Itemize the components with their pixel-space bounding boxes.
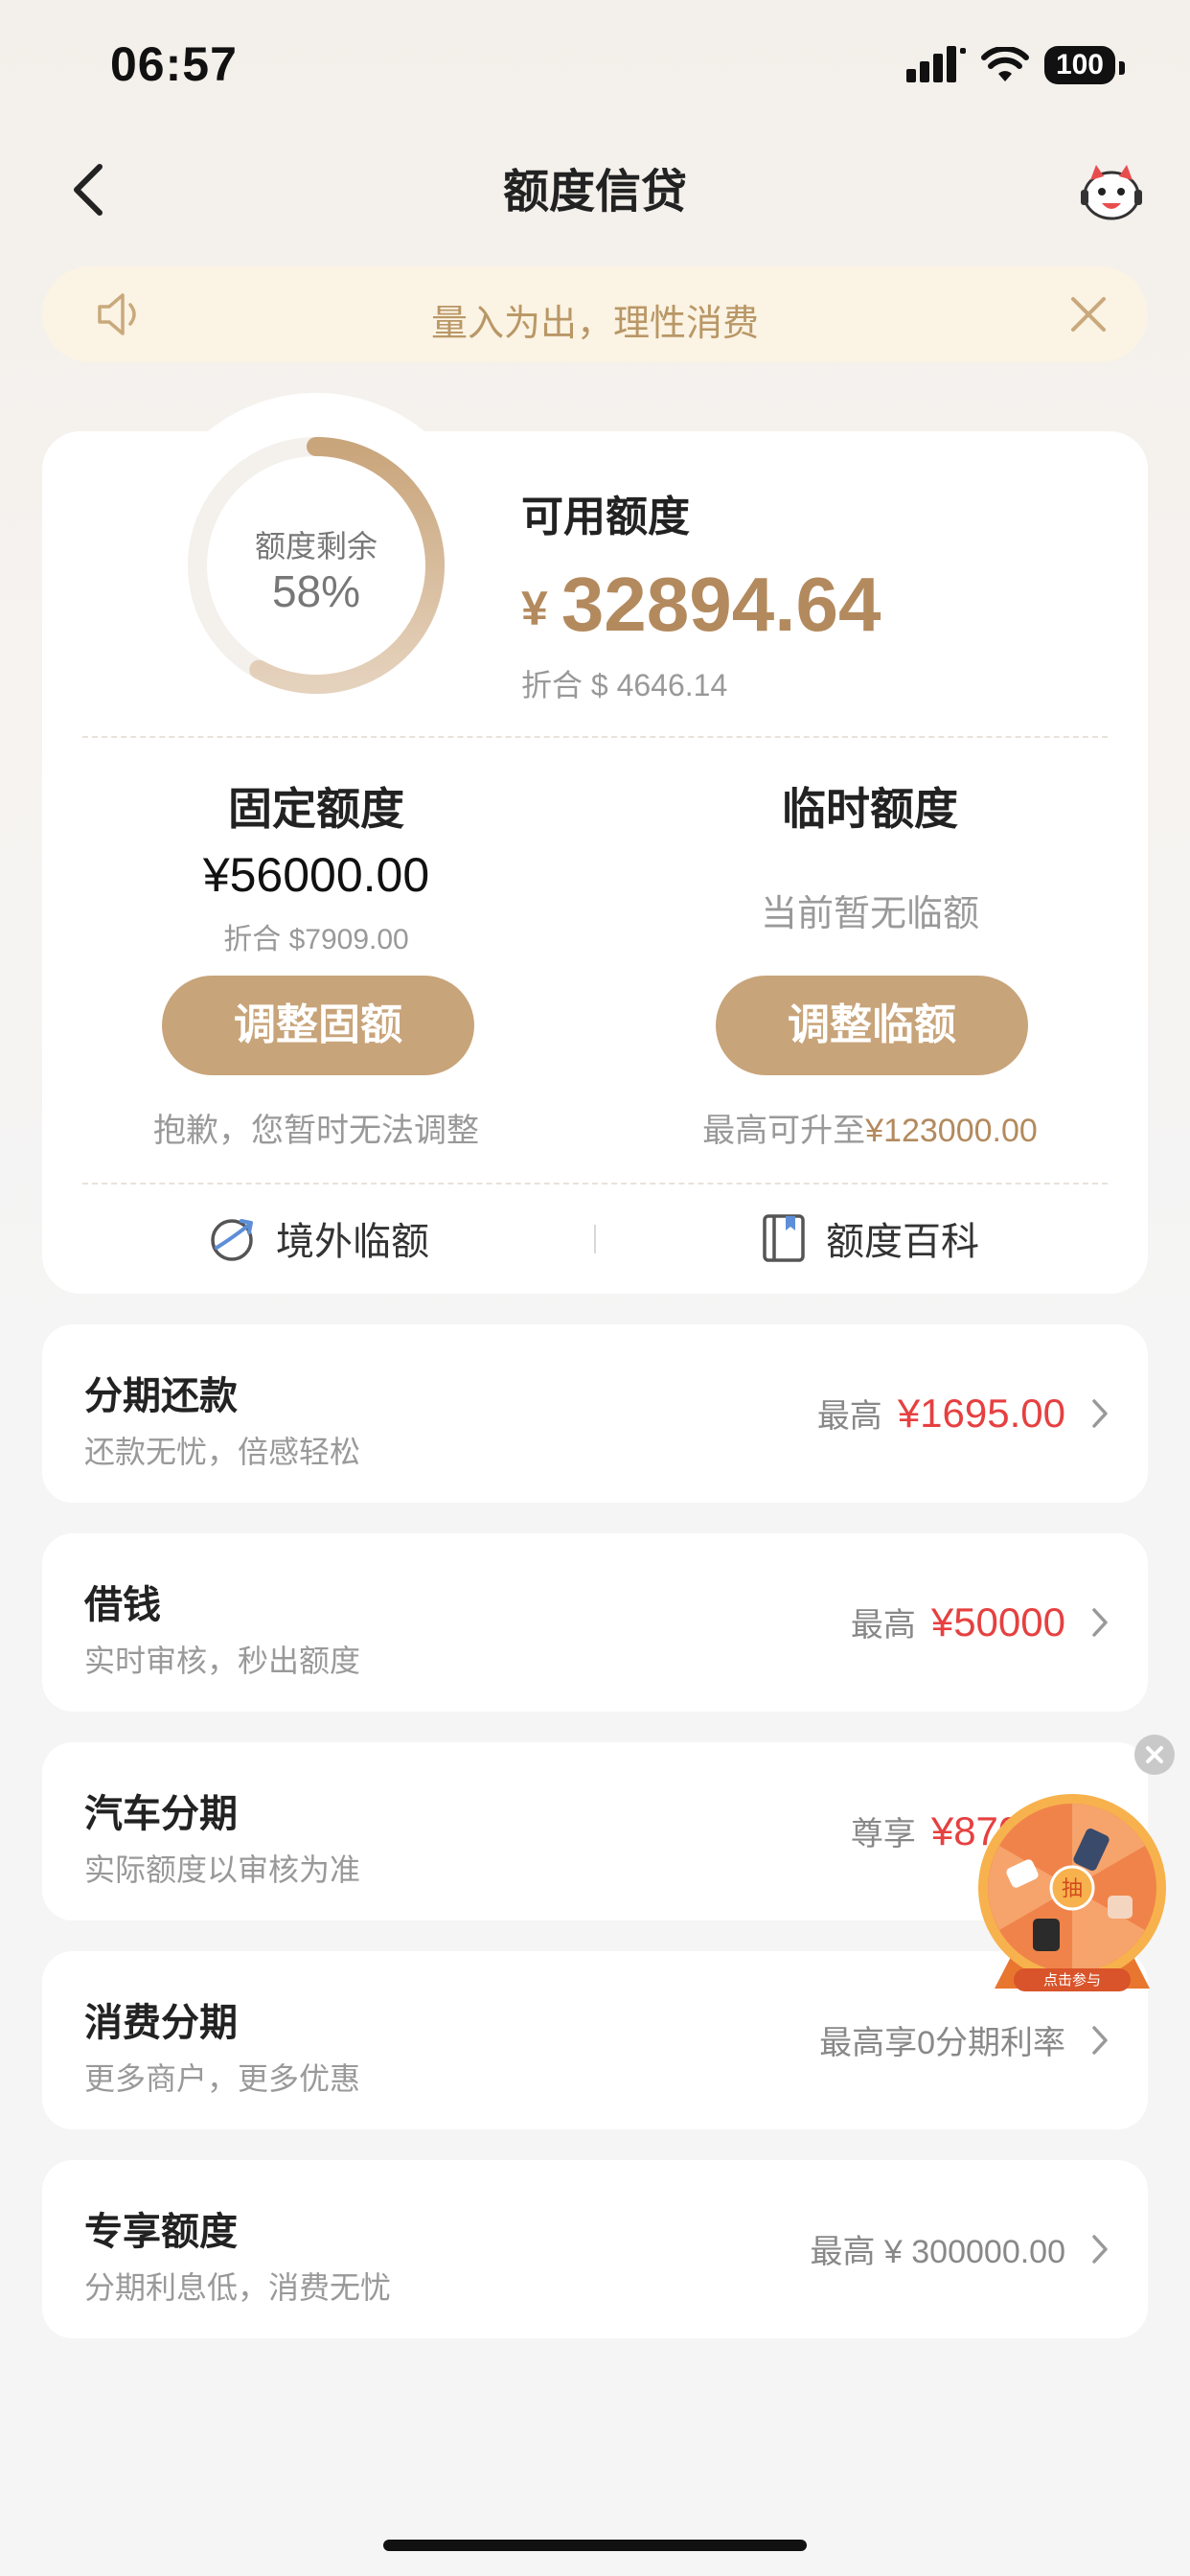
temp-note-prefix: 最高可升至 xyxy=(702,1113,866,1149)
battery-indicator: 100 xyxy=(1043,46,1126,84)
list-item-title: 汽车分期 xyxy=(84,1793,238,1835)
list-item-subtitle: 还款无忧，倍感轻松 xyxy=(84,1435,361,1469)
list-item-subtitle: 实际额度以审核为准 xyxy=(84,1852,361,1887)
chevron-right-icon xyxy=(1092,2025,1108,2055)
list-item-value: 最高 ¥1695.00 xyxy=(817,1390,1110,1437)
signal-icon xyxy=(905,46,966,82)
home-indicator[interactable] xyxy=(383,2540,807,2551)
list-item-prefix: 尊享 xyxy=(850,1816,916,1852)
list-item-exclusive-quota[interactable]: 专享额度 分期利息低，消费无忧 最高 ¥ 300000.00 xyxy=(42,2160,1148,2338)
ring-label: 额度剩余 xyxy=(254,529,378,564)
temp-note-amount: ¥123000.00 xyxy=(865,1113,1038,1149)
currency-symbol: ¥ xyxy=(521,582,548,635)
fixed-quota-converted: 折合 $7909.00 xyxy=(223,924,409,955)
floating-close-button[interactable] xyxy=(1134,1735,1175,1775)
wifi-icon xyxy=(980,47,1029,81)
wheel-center-text: 抽 xyxy=(1062,1877,1083,1901)
fixed-quota-amount: ¥56000.00 xyxy=(202,848,430,902)
list-item-subtitle: 分期利息低，消费无忧 xyxy=(84,2270,392,2305)
list-item-prefix: 最高 xyxy=(816,1398,882,1435)
close-icon[interactable] xyxy=(1067,293,1110,335)
links-separator xyxy=(594,1225,596,1254)
list-item-value: 最高 ¥50000 xyxy=(851,1598,1110,1645)
quota-wiki-label: 额度百科 xyxy=(826,1221,979,1263)
overseas-quota-link[interactable]: 境外临额 xyxy=(207,1209,429,1267)
list-item-value: 最高享0分期利率 xyxy=(819,2016,1110,2063)
temp-quota-title: 临时额度 xyxy=(782,784,958,834)
wheel-caption: 点击参与 xyxy=(1043,1971,1101,1989)
available-quota-title: 可用额度 xyxy=(521,494,690,540)
divider xyxy=(82,736,1108,738)
fixed-quota-title: 固定额度 xyxy=(228,784,404,834)
list-item-installment-repay[interactable]: 分期还款 还款无忧，倍感轻松 最高 ¥1695.00 xyxy=(42,1324,1148,1503)
notice-text: 量入为出，理性消费 xyxy=(430,304,759,344)
list-item-subtitle: 实时审核，秒出额度 xyxy=(84,1644,361,1678)
ring-percent: 58% xyxy=(271,566,361,616)
chevron-right-icon xyxy=(1092,1607,1108,1637)
list-item-title: 专享额度 xyxy=(84,2211,238,2253)
list-item-prefix: 最高享0分期利率 xyxy=(819,2025,1065,2061)
list-item-title: 借钱 xyxy=(84,1584,161,1626)
available-converted: 折合 $ 4646.14 xyxy=(521,668,728,702)
status-icons: 100 xyxy=(905,46,1126,84)
list-item-prefix: 最高 ¥ 300000.00 xyxy=(810,2234,1065,2270)
close-icon xyxy=(1146,1746,1163,1763)
adjust-fixed-button[interactable]: 调整固额 xyxy=(162,976,474,1075)
temp-quota-status: 当前暂无临额 xyxy=(760,894,979,934)
fixed-quota-note: 抱歉，您暂时无法调整 xyxy=(153,1113,479,1149)
list-item-prefix: 最高 xyxy=(850,1607,916,1644)
quota-wiki-link[interactable]: 额度百科 xyxy=(761,1209,979,1267)
list-item-subtitle: 更多商户，更多优惠 xyxy=(84,2061,361,2096)
lucky-wheel-widget[interactable]: 抽 点击参与 xyxy=(975,1792,1169,1995)
overseas-quota-label: 境外临额 xyxy=(276,1221,429,1263)
divider xyxy=(82,1183,1108,1184)
list-item-amount: ¥50000 xyxy=(930,1598,1065,1644)
list-item-title: 分期还款 xyxy=(84,1375,238,1417)
status-time: 06:57 xyxy=(110,37,238,91)
book-icon xyxy=(763,1214,805,1262)
notice-banner: 量入为出，理性消费 xyxy=(42,266,1148,362)
chevron-right-icon xyxy=(1092,2234,1108,2264)
page-title: 额度信贷 xyxy=(502,167,687,218)
globe-plane-icon xyxy=(211,1219,253,1261)
mascot-service-icon[interactable] xyxy=(1077,157,1146,226)
available-quota-amount: ¥32894.64 xyxy=(521,561,881,649)
chevron-right-icon xyxy=(1092,1398,1108,1428)
adjust-temp-button[interactable]: 调整临额 xyxy=(716,976,1028,1075)
list-item-title: 消费分期 xyxy=(84,2002,238,2044)
list-item-value: 最高 ¥ 300000.00 xyxy=(810,2225,1110,2272)
temp-quota-note: 最高可升至¥123000.00 xyxy=(602,1104,1138,1151)
list-item-amount: ¥1695.00 xyxy=(897,1390,1065,1436)
list-item-borrow[interactable]: 借钱 实时审核，秒出额度 最高 ¥50000 xyxy=(42,1533,1148,1712)
available-amount-value: 32894.64 xyxy=(561,562,881,647)
